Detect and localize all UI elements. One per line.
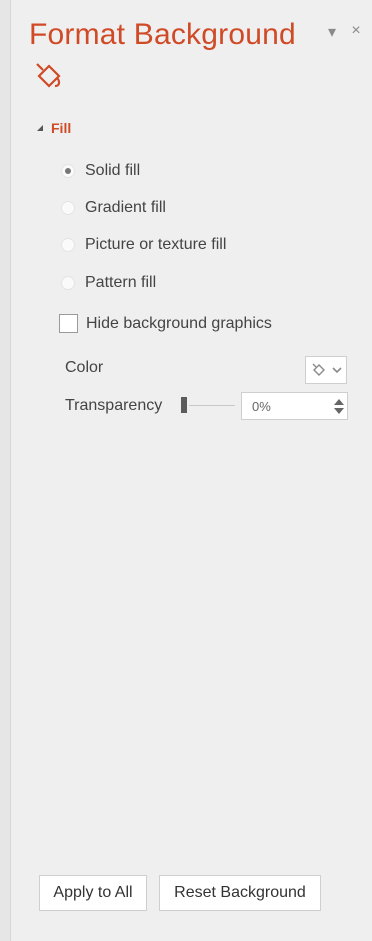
- window-left-edge: [0, 0, 10, 941]
- reset-background-button[interactable]: Reset Background: [159, 875, 321, 911]
- fill-tab-paint-bucket-icon[interactable]: [31, 60, 63, 90]
- gradient-fill-option[interactable]: Gradient fill: [61, 199, 166, 217]
- transparency-label: Transparency: [65, 397, 163, 414]
- radio-button[interactable]: [61, 276, 75, 290]
- radio-button[interactable]: [61, 164, 75, 178]
- slider-track[interactable]: [189, 405, 235, 406]
- spin-up-icon[interactable]: [334, 398, 344, 405]
- hide-background-graphics-checkbox[interactable]: [59, 314, 78, 333]
- format-background-pane: Format Background ▾ × Fill Solid fill Gr…: [10, 0, 372, 941]
- transparency-value[interactable]: 0%: [242, 399, 331, 414]
- gradient-fill-label: Gradient fill: [85, 199, 166, 216]
- radio-button[interactable]: [61, 201, 75, 215]
- close-icon[interactable]: ×: [349, 22, 363, 42]
- fill-section-label: Fill: [51, 120, 72, 136]
- color-label: Color: [65, 359, 104, 376]
- chevron-down-icon: [332, 367, 342, 374]
- apply-to-all-button[interactable]: Apply to All: [39, 875, 147, 911]
- pane-title: Format Background: [29, 18, 296, 51]
- hide-background-graphics-label: Hide background graphics: [86, 314, 272, 332]
- picture-texture-fill-option[interactable]: Picture or texture fill: [61, 236, 226, 254]
- solid-fill-option[interactable]: Solid fill: [61, 162, 140, 180]
- radio-button[interactable]: [61, 238, 75, 252]
- paint-bucket-icon: [312, 363, 325, 376]
- pattern-fill-label: Pattern fill: [85, 274, 157, 291]
- pin-dropdown-icon[interactable]: ▾: [325, 22, 339, 42]
- hide-background-graphics-option[interactable]: Hide background graphics: [59, 314, 272, 333]
- fill-section-header[interactable]: Fill: [37, 120, 71, 136]
- transparency-spinbox[interactable]: 0%: [241, 392, 348, 420]
- collapse-caret-icon[interactable]: [37, 125, 43, 131]
- color-picker-button[interactable]: [305, 356, 347, 384]
- solid-fill-label: Solid fill: [85, 162, 141, 179]
- picture-texture-fill-label: Picture or texture fill: [85, 236, 227, 253]
- spinbox-arrows[interactable]: [331, 393, 347, 419]
- pattern-fill-option[interactable]: Pattern fill: [61, 274, 156, 292]
- pane-title-controls: ▾ ×: [325, 22, 363, 42]
- transparency-slider[interactable]: [181, 395, 235, 415]
- spin-down-icon[interactable]: [334, 407, 344, 414]
- paint-bucket-icon: [36, 63, 61, 88]
- slider-thumb[interactable]: [181, 397, 187, 413]
